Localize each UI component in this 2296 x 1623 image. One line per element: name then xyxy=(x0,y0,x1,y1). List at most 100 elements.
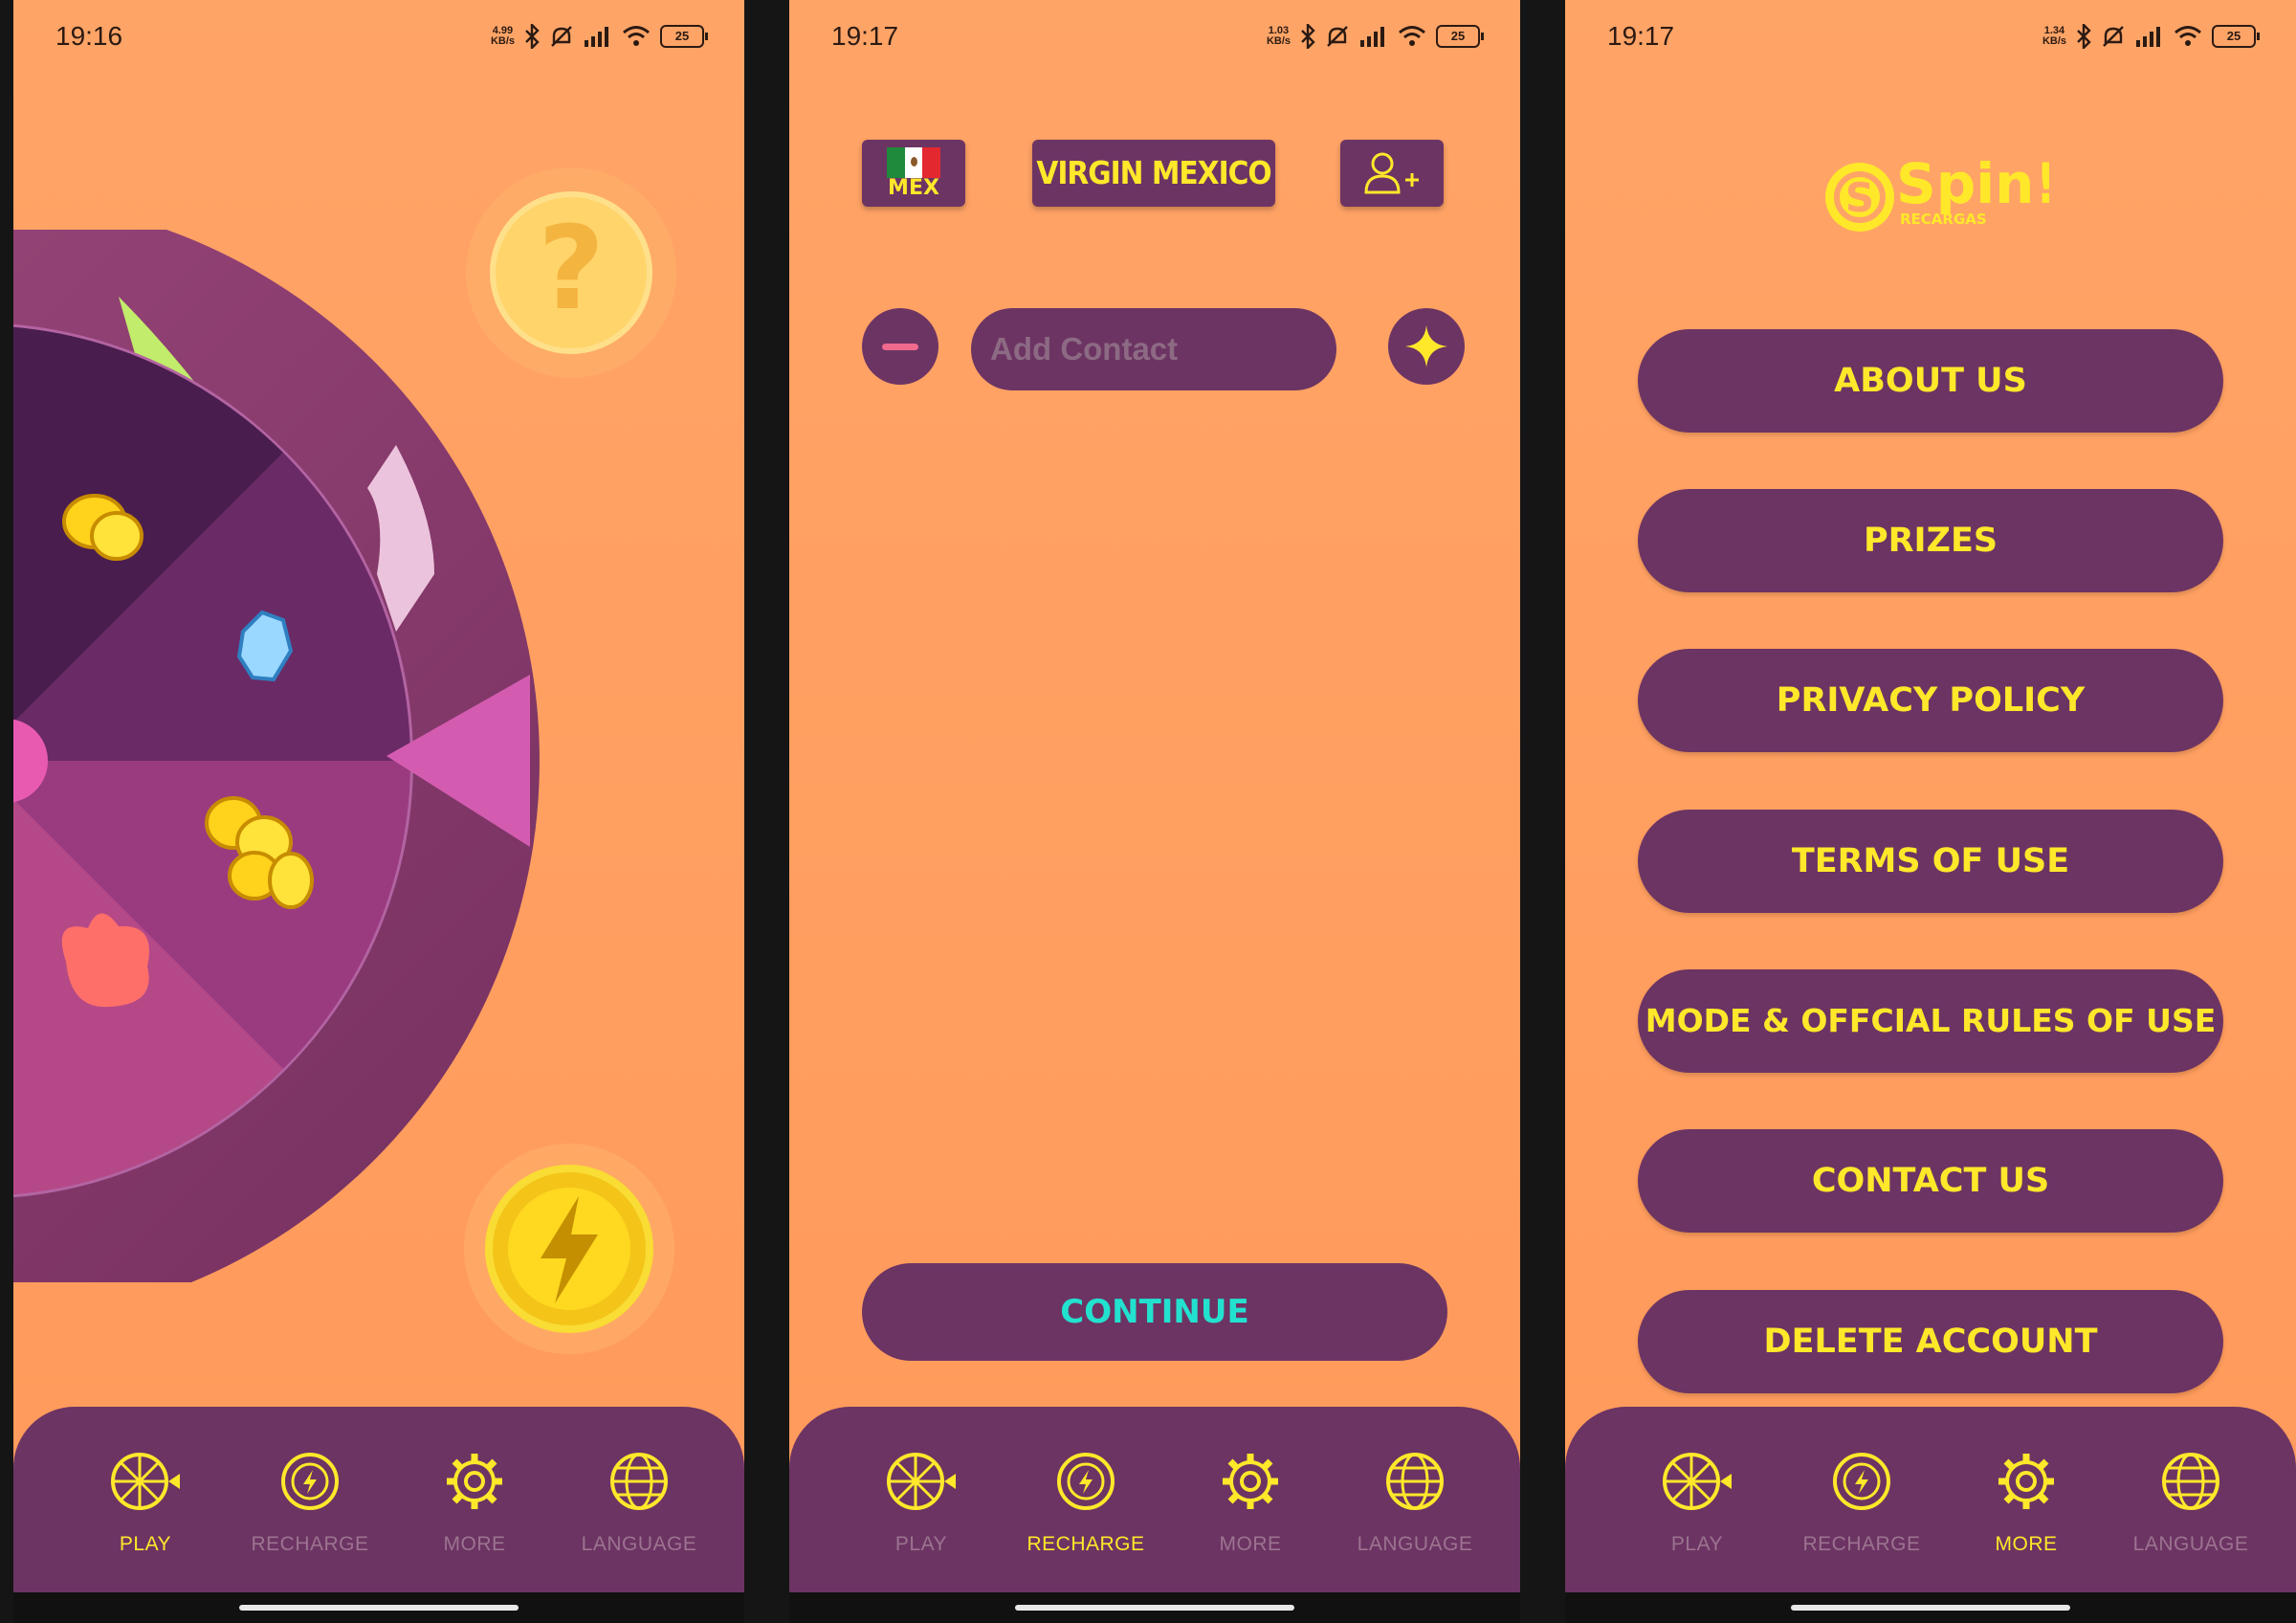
screen-play: 19:16 4.99 KB/s 25 ? PLAY RECHARGE MORE … xyxy=(13,0,744,1623)
wheel-icon xyxy=(887,1453,956,1510)
bluetooth-icon xyxy=(2077,24,2091,49)
battery-indicator: 25 xyxy=(660,25,708,48)
carrier-selector[interactable]: VIRGIN MEXICO xyxy=(1032,140,1275,207)
nav-play-label: PLAY xyxy=(119,1533,172,1555)
add-user-icon xyxy=(1364,152,1419,194)
nav-more[interactable]: MORE xyxy=(1168,1451,1333,1556)
nav-recharge-label: RECHARGE xyxy=(251,1533,369,1555)
network-speed: 1.34 KB/s xyxy=(2042,26,2066,47)
signal-icon xyxy=(1360,27,1384,47)
lightning-coin-icon[interactable] xyxy=(459,1139,679,1359)
status-icons: 1.34 KB/s 25 xyxy=(2042,23,2260,50)
home-pill[interactable] xyxy=(239,1605,519,1611)
svg-text:?: ? xyxy=(538,203,605,336)
screen-recharge: 19:17 1.03KB/s 25 MEX VIRGIN MEXICO CONT… xyxy=(789,0,1520,1623)
mute-icon xyxy=(2103,26,2124,47)
nav-recharge-label: RECHARGE xyxy=(1027,1533,1145,1555)
gear-icon xyxy=(447,1454,502,1509)
speed-unit: KB/s xyxy=(2042,35,2066,47)
status-time: 19:17 xyxy=(1607,21,1675,51)
wheel-icon xyxy=(1663,1453,1732,1510)
network-speed: 4.99 KB/s xyxy=(491,26,515,47)
globe-icon xyxy=(610,1453,668,1510)
nav-play[interactable]: PLAY xyxy=(1615,1451,1779,1556)
continue-button[interactable]: CONTINUE xyxy=(862,1263,1447,1361)
country-selector[interactable]: MEX xyxy=(862,140,965,207)
status-time: 19:17 xyxy=(831,21,899,51)
prizes-button[interactable]: PRIZES xyxy=(1638,489,2223,592)
question-coin-icon[interactable]: ? xyxy=(463,165,679,381)
nav-more-label: MORE xyxy=(443,1533,506,1555)
nav-language-label: LANGUAGE xyxy=(581,1533,697,1555)
home-pill[interactable] xyxy=(1015,1605,1294,1611)
bluetooth-icon xyxy=(1301,24,1315,49)
nav-recharge-label: RECHARGE xyxy=(1802,1533,1921,1555)
globe-icon xyxy=(1386,1453,1444,1510)
mute-icon xyxy=(1327,26,1348,47)
prize-wheel[interactable] xyxy=(13,230,549,1282)
about-us-button[interactable]: ABOUT US xyxy=(1638,329,2223,433)
minus-icon xyxy=(882,344,918,350)
globe-icon xyxy=(2162,1453,2219,1510)
nav-more-label: MORE xyxy=(1219,1533,1282,1555)
nav-recharge[interactable]: RECHARGE xyxy=(228,1451,392,1556)
status-icons: 4.99 KB/s 25 xyxy=(491,23,708,50)
nav-more-label: MORE xyxy=(1995,1533,2058,1555)
sparkle-icon xyxy=(1405,325,1447,367)
bottom-nav: PLAY RECHARGE MORE LANGUAGE xyxy=(789,1407,1520,1592)
nav-language[interactable]: LANGUAGE xyxy=(557,1451,721,1556)
nav-more[interactable]: MORE xyxy=(1944,1451,2108,1556)
delete-account-button[interactable]: DELETE ACCOUNT xyxy=(1638,1290,2223,1393)
wheel-icon xyxy=(111,1453,180,1510)
nav-play-label: PLAY xyxy=(1670,1533,1724,1555)
wifi-icon xyxy=(1399,26,1425,46)
contact-us-button[interactable]: CONTACT US xyxy=(1638,1129,2223,1233)
status-bar: 19:17 1.03 KB/s 25 xyxy=(789,0,1520,75)
status-icons: 1.03 KB/s 25 xyxy=(1267,23,1484,50)
status-time: 19:16 xyxy=(55,21,123,51)
terms-of-use-button[interactable]: TERMS OF USE xyxy=(1638,810,2223,913)
privacy-policy-button[interactable]: PRIVACY POLICY xyxy=(1638,649,2223,752)
home-indicator xyxy=(13,1592,744,1623)
wifi-icon xyxy=(2175,26,2201,46)
gear-icon xyxy=(1223,1454,1278,1509)
add-user-button[interactable] xyxy=(1340,140,1444,207)
nav-recharge[interactable]: RECHARGE xyxy=(1004,1451,1168,1556)
bolt-coin-icon xyxy=(281,1453,339,1510)
logo-main: Spin! xyxy=(1896,151,2049,216)
bolt-coin-icon xyxy=(1057,1453,1115,1510)
bottom-nav: PLAY RECHARGE MORE LANGUAGE xyxy=(1565,1407,2296,1592)
mute-icon xyxy=(551,26,572,47)
nav-recharge[interactable]: RECHARGE xyxy=(1779,1451,1944,1556)
nav-play-label: PLAY xyxy=(894,1533,948,1555)
wifi-icon xyxy=(623,26,650,46)
country-code: MEX xyxy=(888,176,939,200)
screen-more: 19:17 1.34 KB/s 25 S Spin! RECARGAS ABOUT… xyxy=(1565,0,2296,1623)
nav-more[interactable]: MORE xyxy=(392,1451,557,1556)
network-speed: 1.03 KB/s xyxy=(1267,26,1291,47)
bolt-coin-icon xyxy=(1833,1453,1890,1510)
bottom-nav: PLAY RECHARGE MORE LANGUAGE xyxy=(13,1407,744,1592)
bluetooth-icon xyxy=(525,24,540,49)
status-bar: 19:17 1.34 KB/s 25 xyxy=(1565,0,2296,75)
home-pill[interactable] xyxy=(1791,1605,2070,1611)
home-indicator xyxy=(1565,1592,2296,1623)
spin-recargas-logo: S Spin! RECARGAS xyxy=(1825,151,2049,232)
nav-play[interactable]: PLAY xyxy=(839,1451,1004,1556)
remove-contact-button[interactable] xyxy=(862,308,938,385)
battery-indicator: 25 xyxy=(1436,25,1484,48)
svg-text:S: S xyxy=(1845,174,1874,221)
official-rules-button[interactable]: MODE & OFFCIAL RULES OF USE xyxy=(1638,969,2223,1073)
nav-play[interactable]: PLAY xyxy=(63,1451,228,1556)
speed-unit: KB/s xyxy=(1266,35,1291,47)
add-contact-button[interactable] xyxy=(1388,308,1465,385)
home-indicator xyxy=(789,1592,1520,1623)
nav-language-label: LANGUAGE xyxy=(1357,1533,1473,1555)
logo-sub: RECARGAS xyxy=(1900,211,1987,228)
battery-indicator: 25 xyxy=(2212,25,2260,48)
contact-input[interactable] xyxy=(971,308,1336,390)
nav-language[interactable]: LANGUAGE xyxy=(1333,1451,1497,1556)
nav-language[interactable]: LANGUAGE xyxy=(2108,1451,2273,1556)
status-bar: 19:16 4.99 KB/s 25 xyxy=(13,0,744,75)
signal-icon xyxy=(585,27,608,47)
